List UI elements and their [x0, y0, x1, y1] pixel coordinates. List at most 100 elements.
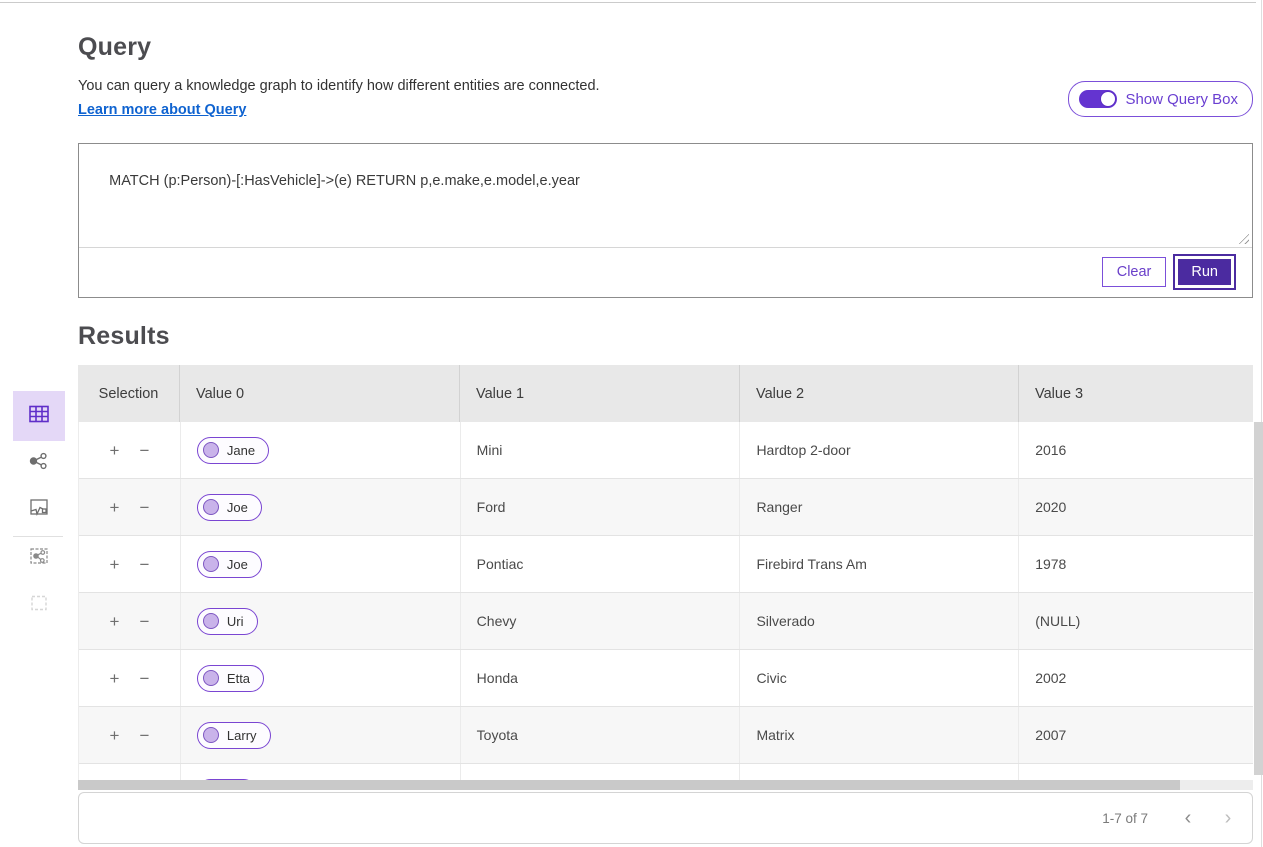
cell-value1: Toyota [461, 707, 741, 763]
cell-value3: 2002 [1019, 650, 1253, 706]
horizontal-scrollbar[interactable] [78, 780, 1253, 790]
add-to-selection-button[interactable]: + [107, 668, 123, 689]
cell-value1: Pontiac [461, 536, 741, 592]
table-row-partial: + − [79, 764, 1253, 781]
cell-value2: Civic [740, 650, 1019, 706]
query-description: You can query a knowledge graph to ident… [78, 78, 600, 94]
previous-page-button[interactable]: ‹ [1168, 807, 1208, 829]
remove-from-selection-button[interactable]: − [136, 725, 152, 746]
clear-button[interactable]: Clear [1102, 257, 1167, 287]
query-actions-bar: Clear Run [79, 248, 1252, 296]
sidebar-item-table-view[interactable] [13, 391, 65, 441]
entity-pill[interactable]: Uri [197, 608, 258, 635]
add-to-selection-button[interactable]: + [107, 725, 123, 746]
query-textarea[interactable]: MATCH (p:Person)-[:HasVehicle]->(e) RETU… [79, 144, 1252, 248]
cell-value2: Firebird Trans Am [740, 536, 1019, 592]
results-title: Results [78, 322, 170, 351]
entity-pill[interactable]: Jane [197, 437, 269, 464]
column-header-value1: Value 1 [460, 365, 740, 422]
cell-value1: Chevy [461, 593, 741, 649]
entity-node-icon [203, 556, 219, 572]
link-chart-map-view-icon [27, 544, 51, 573]
top-divider [0, 2, 1256, 3]
query-text: MATCH (p:Person)-[:HasVehicle]->(e) RETU… [109, 173, 580, 189]
cell-value3: 2007 [1019, 707, 1253, 763]
selection-tools-icon [27, 591, 51, 620]
table-row: + − Joe Ford Ranger 2020 [79, 479, 1253, 536]
cell-value3: 1978 [1019, 536, 1253, 592]
entity-node-icon [203, 670, 219, 686]
entity-pill[interactable]: Joe [197, 551, 262, 578]
table-view-icon [26, 402, 52, 431]
entity-node-icon [203, 613, 219, 629]
resize-grip-icon[interactable] [1236, 231, 1249, 244]
link-chart-view-icon [27, 449, 51, 478]
entity-node-icon [203, 442, 219, 458]
column-header-value3: Value 3 [1019, 365, 1253, 422]
query-box: MATCH (p:Person)-[:HasVehicle]->(e) RETU… [78, 143, 1253, 298]
show-query-box-toggle[interactable]: Show Query Box [1068, 81, 1253, 117]
entity-pill[interactable]: Larry [197, 722, 271, 749]
entity-label: Etta [227, 671, 250, 686]
add-to-selection-button[interactable]: + [107, 440, 123, 461]
page-title: Query [78, 33, 151, 62]
learn-more-link[interactable]: Learn more about Query [78, 102, 246, 118]
column-header-value0: Value 0 [180, 365, 460, 422]
toggle-knob [1100, 91, 1116, 107]
table-row: + − Larry Toyota Matrix 2007 [79, 707, 1253, 764]
vertical-scrollbar-thumb[interactable] [1254, 422, 1263, 775]
table-row: + − Jane Mini Hardtop 2-door 2016 [79, 422, 1253, 479]
add-to-selection-button[interactable]: + [107, 497, 123, 518]
remove-from-selection-button[interactable]: − [136, 611, 152, 632]
horizontal-scrollbar-thumb[interactable] [78, 780, 1180, 790]
cell-value3: 2020 [1019, 479, 1253, 535]
sidebar-item-link-chart-map-view[interactable] [13, 543, 65, 573]
toggle-label: Show Query Box [1125, 91, 1238, 108]
cell-value2: Matrix [740, 707, 1019, 763]
entity-node-icon [203, 727, 219, 743]
run-button[interactable]: Run [1175, 256, 1234, 288]
add-to-selection-button[interactable]: + [107, 554, 123, 575]
cell-value1: Honda [461, 650, 741, 706]
sidebar-item-link-chart-view[interactable] [13, 448, 65, 478]
entity-label: Larry [227, 728, 257, 743]
entity-label: Uri [227, 614, 244, 629]
sidebar-divider [13, 536, 63, 537]
table-row: + − Joe Pontiac Firebird Trans Am 1978 [79, 536, 1253, 593]
cell-value2: Silverado [740, 593, 1019, 649]
table-header-row: Selection Value 0 Value 1 Value 2 Value … [78, 365, 1253, 422]
add-to-selection-button[interactable]: + [107, 611, 123, 632]
column-header-value2: Value 2 [740, 365, 1019, 422]
cell-value1: Ford [461, 479, 741, 535]
map-view-icon [27, 495, 51, 524]
entity-label: Jane [227, 443, 255, 458]
table-row: + − Etta Honda Civic 2002 [79, 650, 1253, 707]
cell-value2: Hardtop 2-door [740, 422, 1019, 478]
table-row: + − Uri Chevy Silverado (NULL) [79, 593, 1253, 650]
table-body: + − Jane Mini Hardtop 2-door 2016 + − [78, 422, 1253, 781]
entity-label: Joe [227, 500, 248, 515]
toggle-switch-icon[interactable] [1079, 90, 1117, 108]
next-page-button[interactable]: › [1208, 807, 1248, 829]
sidebar-item-selection-tools [13, 590, 65, 620]
cell-value2: Ranger [740, 479, 1019, 535]
cell-value3: (NULL) [1019, 593, 1253, 649]
entity-node-icon [203, 499, 219, 515]
pagination-range-label: 1-7 of 7 [1102, 811, 1148, 826]
remove-from-selection-button[interactable]: − [136, 554, 152, 575]
cell-value2 [740, 764, 1019, 781]
remove-from-selection-button[interactable]: − [136, 668, 152, 689]
entity-pill[interactable]: Etta [197, 665, 264, 692]
sidebar-item-map-view[interactable] [13, 494, 65, 524]
entity-pill[interactable]: Joe [197, 494, 262, 521]
cell-value1 [461, 764, 741, 781]
cell-value1: Mini [461, 422, 741, 478]
remove-from-selection-button[interactable]: − [136, 497, 152, 518]
results-table: Selection Value 0 Value 1 Value 2 Value … [78, 365, 1253, 781]
entity-label: Joe [227, 557, 248, 572]
remove-from-selection-button[interactable]: − [136, 440, 152, 461]
pagination-bar: 1-7 of 7 ‹ › [78, 792, 1253, 844]
cell-value3: 2016 [1019, 422, 1253, 478]
column-header-selection: Selection [78, 365, 180, 422]
cell-value3 [1019, 764, 1253, 781]
